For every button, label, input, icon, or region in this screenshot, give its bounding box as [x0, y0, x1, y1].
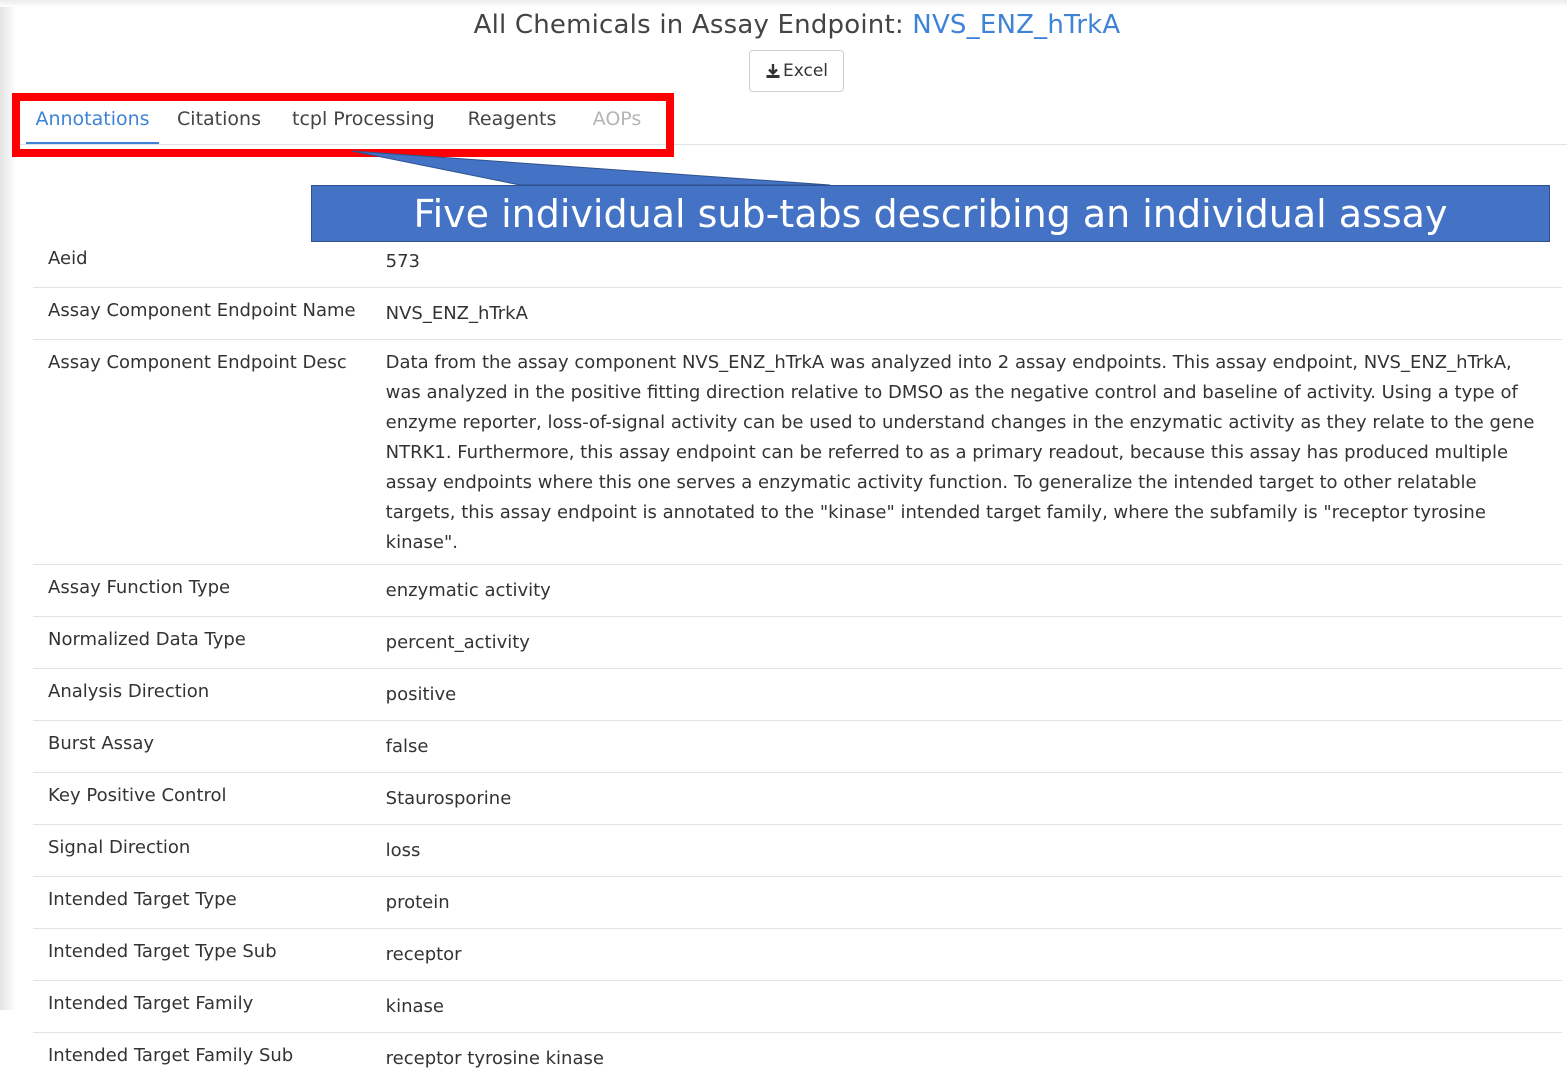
row-label: Intended Target Family Sub	[33, 1033, 371, 1084]
excel-export-button[interactable]: Excel	[749, 50, 844, 92]
table-row: Signal Direction loss	[33, 825, 1562, 877]
row-label: Analysis Direction	[33, 669, 371, 721]
row-value: receptor	[371, 929, 1562, 981]
row-value: receptor tyrosine kinase	[371, 1033, 1562, 1084]
table-row: Intended Target Type protein	[33, 877, 1562, 929]
row-label: Assay Component Endpoint Desc	[33, 340, 371, 565]
table-row: Intended Target Family kinase	[33, 981, 1562, 1033]
row-label: Intended Target Type Sub	[33, 929, 371, 981]
row-value: Staurosporine	[371, 773, 1562, 825]
table-row: Assay Component Endpoint Name NVS_ENZ_hT…	[33, 288, 1562, 340]
table-row: Normalized Data Type percent_activity	[33, 617, 1562, 669]
table-row: Analysis Direction positive	[33, 669, 1562, 721]
row-value: kinase	[371, 981, 1562, 1033]
table-row: Aeid 573	[33, 236, 1562, 288]
annotations-table: Aeid 573 Assay Component Endpoint Name N…	[33, 236, 1562, 1084]
row-value: enzymatic activity	[371, 565, 1562, 617]
row-value: loss	[371, 825, 1562, 877]
page-title-prefix: All Chemicals in Assay Endpoint:	[474, 10, 913, 40]
row-value: false	[371, 721, 1562, 773]
callout-box: Five individual sub-tabs describing an i…	[311, 185, 1550, 242]
row-value: percent_activity	[371, 617, 1562, 669]
table-row: Key Positive Control Staurosporine	[33, 773, 1562, 825]
row-value: protein	[371, 877, 1562, 929]
row-label: Normalized Data Type	[33, 617, 371, 669]
table-row: Assay Function Type enzymatic activity	[33, 565, 1562, 617]
row-label: Signal Direction	[33, 825, 371, 877]
row-value: 573	[371, 236, 1562, 288]
table-row: Intended Target Family Sub receptor tyro…	[33, 1033, 1562, 1084]
row-value: Data from the assay component NVS_ENZ_hT…	[371, 340, 1562, 565]
row-label: Intended Target Family	[33, 981, 371, 1033]
table-row: Intended Target Type Sub receptor	[33, 929, 1562, 981]
row-value: positive	[371, 669, 1562, 721]
page-title: All Chemicals in Assay Endpoint: NVS_ENZ…	[0, 10, 1567, 40]
row-value: NVS_ENZ_hTrkA	[371, 288, 1562, 340]
table-row: Burst Assay false	[33, 721, 1562, 773]
row-label: Burst Assay	[33, 721, 371, 773]
excel-button-label: Excel	[783, 61, 828, 81]
row-label: Aeid	[33, 236, 371, 288]
download-icon	[765, 63, 781, 79]
row-label: Key Positive Control	[33, 773, 371, 825]
endpoint-name: NVS_ENZ_hTrkA	[912, 10, 1120, 40]
tabs-highlight-box	[12, 93, 674, 157]
row-label: Assay Function Type	[33, 565, 371, 617]
page-top-edge	[0, 0, 1567, 7]
row-label: Assay Component Endpoint Name	[33, 288, 371, 340]
row-label: Intended Target Type	[33, 877, 371, 929]
table-row: Assay Component Endpoint Desc Data from …	[33, 340, 1562, 565]
